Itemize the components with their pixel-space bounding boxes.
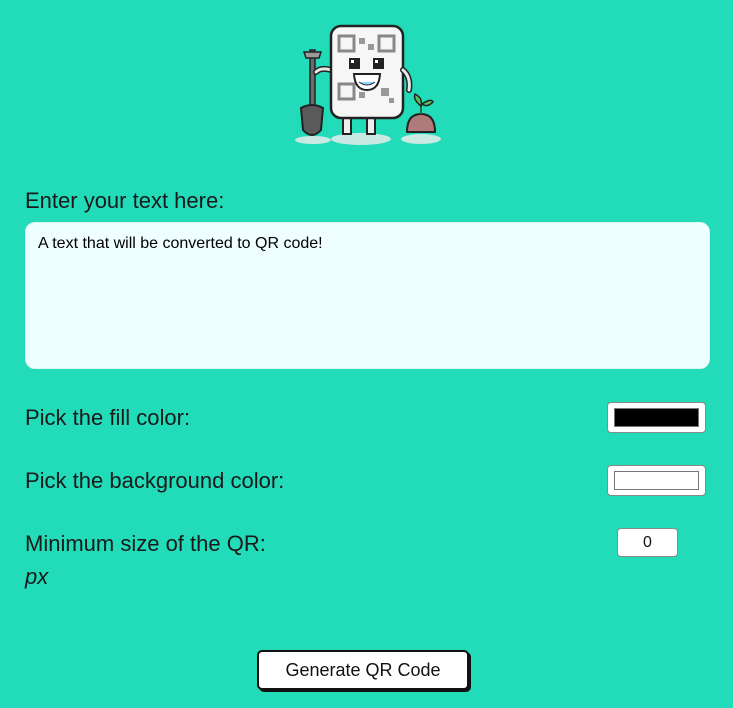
- min-size-input[interactable]: 0: [617, 528, 678, 557]
- background-color-picker[interactable]: [607, 465, 706, 496]
- background-color-label: Pick the background color:: [25, 468, 285, 493]
- fill-color-label: Pick the fill color:: [25, 405, 191, 430]
- fill-color-picker[interactable]: [607, 402, 706, 433]
- min-size-label: Minimum size of the QR:: [25, 531, 266, 556]
- qr-mascot-illustration: [295, 24, 441, 145]
- fill-color-swatch: [614, 408, 699, 427]
- text-input-label: Enter your text here:: [25, 188, 225, 213]
- background-color-swatch: [614, 471, 699, 490]
- min-size-unit: px: [25, 564, 49, 589]
- generate-qr-button[interactable]: Generate QR Code: [257, 650, 469, 690]
- qr-text-input[interactable]: A text that will be converted to QR code…: [25, 222, 710, 369]
